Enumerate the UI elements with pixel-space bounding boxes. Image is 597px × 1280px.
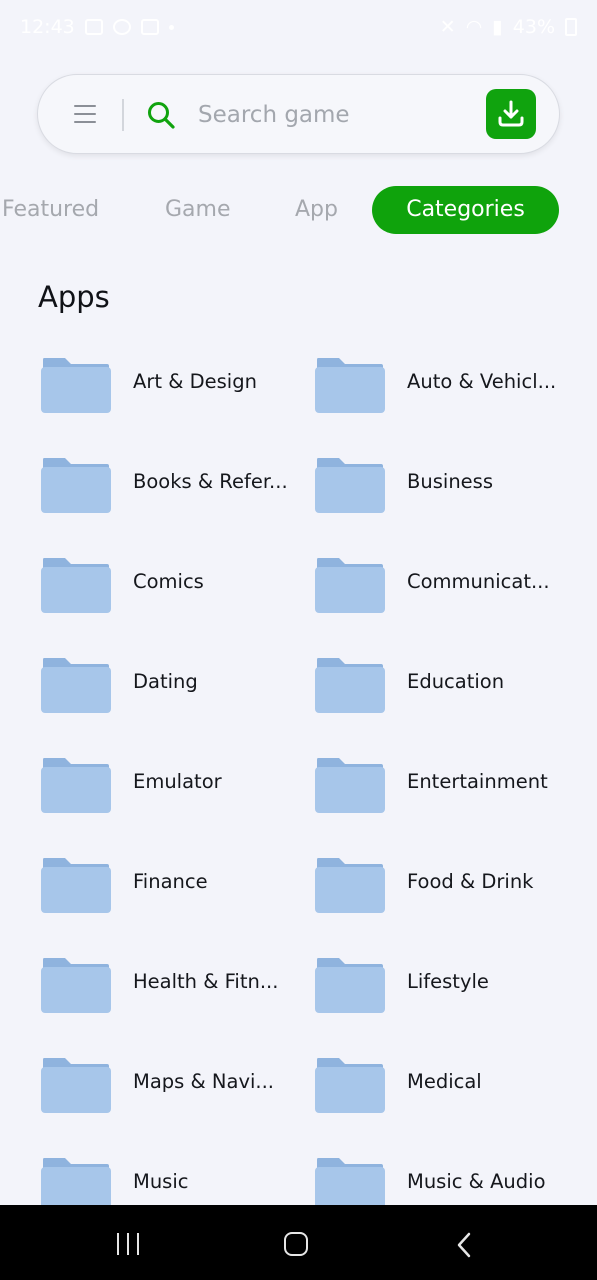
mute-icon: ✕ — [439, 16, 456, 38]
category-label: Books & Refer... — [133, 470, 288, 493]
category-item[interactable]: Business — [315, 450, 585, 520]
category-label: Lifestyle — [407, 970, 489, 993]
category-item[interactable]: Entertainment — [315, 750, 585, 820]
status-time: 12:43 — [20, 16, 75, 38]
search-divider — [122, 99, 124, 131]
section-title: Apps — [38, 280, 110, 314]
folder-icon — [315, 858, 385, 913]
search-bar — [37, 74, 560, 154]
category-item[interactable]: Emulator — [41, 750, 311, 820]
folder-icon — [41, 658, 111, 713]
wifi-icon: ◠ — [465, 16, 483, 38]
tab-featured[interactable]: Featured — [2, 186, 99, 234]
category-item[interactable]: Maps & Navi... — [41, 1050, 311, 1120]
category-item[interactable]: Lifestyle — [315, 950, 585, 1020]
category-label: Food & Drink — [407, 870, 534, 893]
category-label: Business — [407, 470, 493, 493]
folder-icon — [315, 1058, 385, 1113]
category-label: Dating — [133, 670, 198, 693]
category-label: Music & Audio — [407, 1170, 546, 1193]
search-input[interactable] — [198, 93, 468, 137]
folder-icon — [41, 958, 111, 1013]
signal-icon: ▮ — [492, 16, 503, 38]
folder-icon — [41, 758, 111, 813]
folder-icon — [315, 458, 385, 513]
battery-percent: 43% — [512, 16, 555, 38]
download-icon — [498, 100, 524, 127]
category-label: Maps & Navi... — [133, 1070, 275, 1093]
category-label: Education — [407, 670, 505, 693]
category-item[interactable]: Dating — [41, 650, 311, 720]
category-item[interactable]: Auto & Vehicl... — [315, 350, 585, 420]
navigation-bar — [0, 1205, 597, 1280]
folder-icon — [41, 1058, 111, 1113]
folder-icon — [41, 858, 111, 913]
battery-icon — [565, 18, 577, 36]
recents-icon[interactable] — [117, 1233, 141, 1255]
category-item[interactable]: Comics — [41, 550, 311, 620]
folder-icon — [315, 958, 385, 1013]
folder-icon — [315, 658, 385, 713]
gallery-notification-icon — [84, 19, 103, 35]
more-notifications-icon — [168, 24, 174, 30]
category-label: Auto & Vehicl... — [407, 370, 557, 393]
category-label: Entertainment — [407, 770, 548, 793]
messenger-notification-icon — [112, 19, 131, 35]
category-item[interactable]: Health & Fitn... — [41, 950, 311, 1020]
home-icon[interactable] — [284, 1232, 308, 1256]
category-label: Emulator — [133, 770, 222, 793]
tab-bar: Featured Game App Categories — [0, 186, 597, 234]
tab-categories[interactable]: Categories — [372, 186, 559, 234]
category-label: Medical — [407, 1070, 482, 1093]
category-item[interactable]: Books & Refer... — [41, 450, 311, 520]
category-label: Art & Design — [133, 370, 257, 393]
search-icon[interactable] — [146, 100, 176, 130]
category-item[interactable]: Art & Design — [41, 350, 311, 420]
tab-app[interactable]: App — [295, 186, 338, 234]
download-button[interactable] — [486, 89, 536, 139]
tab-game[interactable]: Game — [165, 186, 231, 234]
folder-icon — [41, 358, 111, 413]
folder-icon — [315, 758, 385, 813]
category-item[interactable]: Finance — [41, 850, 311, 920]
category-label: Communicat... — [407, 570, 550, 593]
folder-icon — [315, 558, 385, 613]
category-item[interactable]: Education — [315, 650, 585, 720]
category-item[interactable]: Communicat... — [315, 550, 585, 620]
status-bar: 12:43 ✕ ◠ ▮ 43% — [0, 0, 597, 54]
category-label: Health & Fitn... — [133, 970, 279, 993]
category-label: Comics — [133, 570, 204, 593]
category-item[interactable]: Food & Drink — [315, 850, 585, 920]
category-item[interactable]: Medical — [315, 1050, 585, 1120]
category-label: Finance — [133, 870, 208, 893]
folder-icon — [41, 558, 111, 613]
folder-icon — [41, 458, 111, 513]
folder-icon — [315, 358, 385, 413]
back-icon[interactable] — [452, 1231, 478, 1259]
menu-icon[interactable] — [74, 103, 96, 125]
category-label: Music — [133, 1170, 189, 1193]
app-notification-icon — [140, 19, 159, 35]
